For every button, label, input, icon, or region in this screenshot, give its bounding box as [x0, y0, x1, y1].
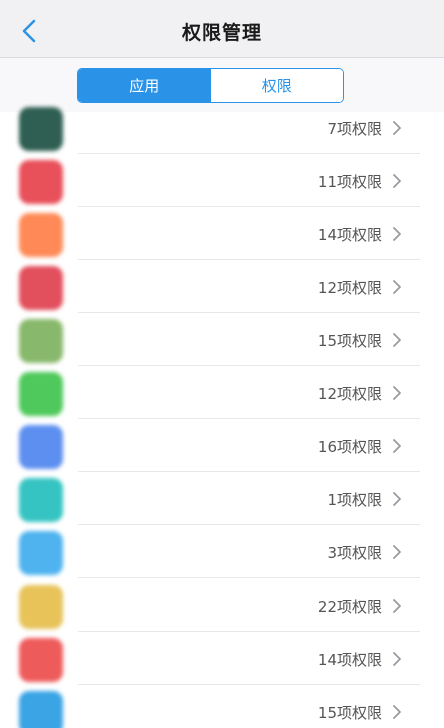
chevron-right-icon — [390, 226, 404, 242]
app-icon — [19, 160, 63, 204]
permission-count: 12项权限 — [317, 385, 382, 403]
app-row[interactable]: 16项权限 — [0, 419, 444, 472]
chevron-right-icon — [390, 279, 404, 295]
app-icon — [19, 266, 63, 310]
app-row[interactable]: 14项权限 — [0, 632, 444, 685]
app-icon — [19, 585, 63, 629]
permission-count: 15项权限 — [317, 332, 382, 350]
app-icon — [19, 107, 63, 151]
chevron-right-icon — [390, 332, 404, 348]
chevron-right-icon — [390, 704, 404, 720]
app-icon — [19, 372, 63, 416]
app-row[interactable]: 15项权限 — [0, 313, 444, 366]
app-row[interactable]: 12项权限 — [0, 366, 444, 419]
permission-count: 1项权限 — [327, 491, 382, 509]
app-icon — [19, 213, 63, 257]
tab-apps[interactable]: 应用 — [78, 69, 211, 102]
permission-count: 14项权限 — [317, 226, 382, 244]
app-row[interactable]: 12项权限 — [0, 260, 444, 313]
chevron-right-icon — [390, 385, 404, 401]
app-icon — [19, 425, 63, 469]
permission-count: 11项权限 — [317, 173, 382, 191]
permission-count: 3项权限 — [327, 544, 382, 562]
chevron-right-icon — [390, 651, 404, 667]
app-icon — [19, 319, 63, 363]
chevron-right-icon — [390, 438, 404, 454]
chevron-right-icon — [390, 544, 404, 560]
app-list: 7项权限 11项权限 14项权限 12项权限 15项权限 12项权限 16项权限 1项权限 3项… — [0, 101, 444, 728]
permission-count: 7项权限 — [327, 120, 382, 138]
app-row[interactable]: 22项权限 — [0, 579, 444, 632]
chevron-right-icon — [390, 173, 404, 189]
chevron-right-icon — [390, 598, 404, 614]
app-row[interactable]: 11项权限 — [0, 154, 444, 207]
permission-count: 15项权限 — [317, 704, 382, 722]
permission-count: 14项权限 — [317, 651, 382, 669]
segmented-control: 应用 权限 — [77, 68, 344, 103]
app-icon — [19, 531, 63, 575]
app-row[interactable]: 15项权限 — [0, 685, 444, 728]
chevron-right-icon — [390, 491, 404, 507]
app-row[interactable]: 3项权限 — [0, 525, 444, 578]
tab-permissions[interactable]: 权限 — [210, 69, 343, 102]
page-title: 权限管理 — [181, 22, 262, 44]
top-bar: 权限管理 — [0, 0, 444, 58]
app-icon — [19, 691, 63, 728]
permission-count: 12项权限 — [317, 279, 382, 297]
permission-count: 22项权限 — [317, 598, 382, 616]
chevron-right-icon — [390, 120, 404, 136]
app-row[interactable]: 7项权限 — [0, 101, 444, 154]
permission-count: 16项权限 — [317, 438, 382, 456]
app-row[interactable]: 1项权限 — [0, 472, 444, 525]
app-row[interactable]: 14项权限 — [0, 207, 444, 260]
app-icon — [19, 638, 63, 682]
app-icon — [19, 478, 63, 522]
